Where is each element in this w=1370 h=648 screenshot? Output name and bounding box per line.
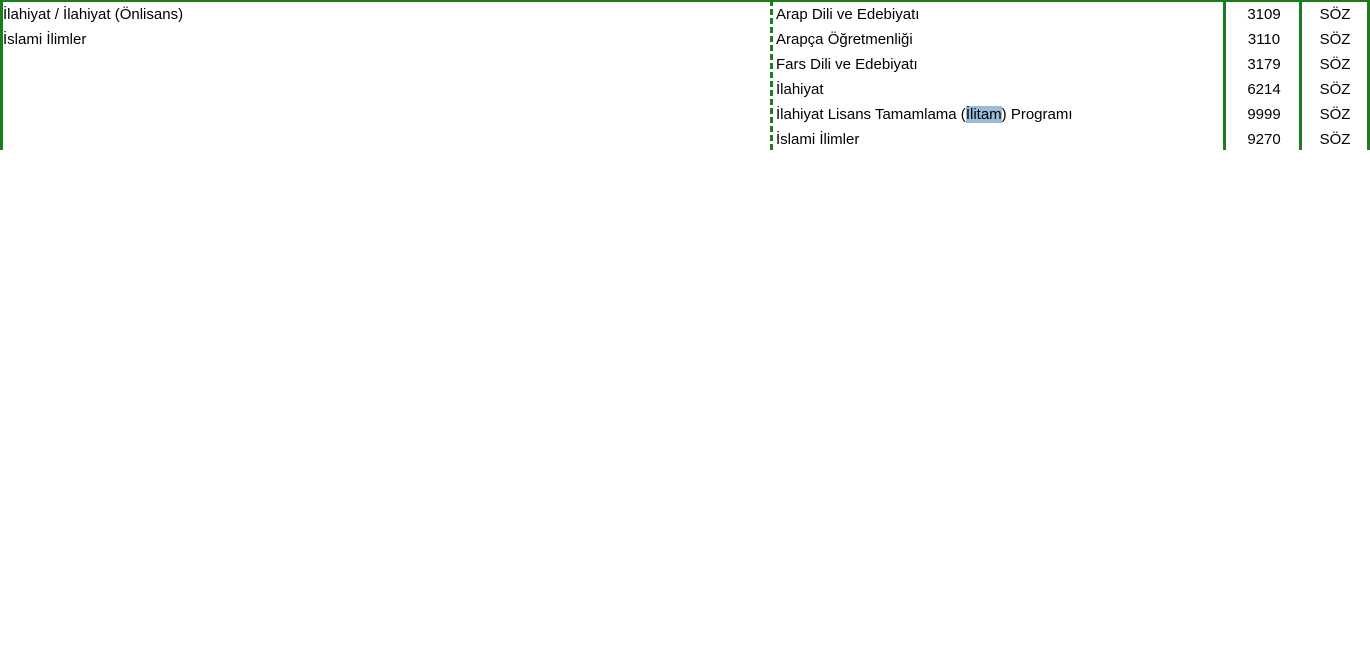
dashed-column-divider xyxy=(770,0,773,150)
program-cell[interactable]: Arapça Öğretmenliği xyxy=(776,27,1221,52)
score-type-cell[interactable]: SÖZ xyxy=(1303,52,1367,77)
program-cell[interactable]: İslami İlimler xyxy=(776,127,1221,152)
category-cell[interactable]: İslami İlimler xyxy=(3,27,768,52)
score-type-cell[interactable]: SÖZ xyxy=(1303,77,1367,102)
program-text: Fars Dili ve Edebiyatı xyxy=(776,56,918,73)
program-cell[interactable]: İlahiyat Lisans Tamamlama (İlitam) Progr… xyxy=(776,102,1221,127)
score-type-cell[interactable]: SÖZ xyxy=(1303,2,1367,27)
score-type-cell[interactable]: SÖZ xyxy=(1303,127,1367,152)
spreadsheet-area: İlahiyat / İlahiyat (Önlisans) İslami İl… xyxy=(0,0,1370,150)
code-column: 3109 3110 3179 6214 9999 9270 xyxy=(1228,2,1298,152)
program-cell[interactable]: Arap Dili ve Edebiyatı xyxy=(776,2,1221,27)
score-type-cell[interactable]: SÖZ xyxy=(1303,102,1367,127)
category-column: İlahiyat / İlahiyat (Önlisans) İslami İl… xyxy=(3,2,768,52)
program-cell[interactable]: Fars Dili ve Edebiyatı xyxy=(776,52,1221,77)
program-text: İslami İlimler xyxy=(776,131,860,148)
program-text: İlahiyat xyxy=(776,81,824,98)
program-text-suffix: ) Programı xyxy=(1001,106,1073,123)
program-text: İlahiyat Lisans Tamamlama ( xyxy=(776,106,966,123)
code-cell[interactable]: 3110 xyxy=(1228,27,1298,52)
program-cell[interactable]: İlahiyat xyxy=(776,77,1221,102)
code-cell[interactable]: 6214 xyxy=(1228,77,1298,102)
category-cell[interactable]: İlahiyat / İlahiyat (Önlisans) xyxy=(3,2,768,27)
column-divider-code xyxy=(1223,0,1226,150)
code-cell[interactable]: 3109 xyxy=(1228,2,1298,27)
program-text: Arap Dili ve Edebiyatı xyxy=(776,6,920,23)
score-type-cell[interactable]: SÖZ xyxy=(1303,27,1367,52)
column-divider-type xyxy=(1299,0,1302,150)
search-highlight: İlitam xyxy=(965,106,1002,123)
program-column: Arap Dili ve Edebiyatı Arapça Öğretmenli… xyxy=(776,2,1221,152)
code-cell[interactable]: 3179 xyxy=(1228,52,1298,77)
score-type-column: SÖZ SÖZ SÖZ SÖZ SÖZ SÖZ xyxy=(1303,2,1367,152)
code-cell[interactable]: 9270 xyxy=(1228,127,1298,152)
code-cell[interactable]: 9999 xyxy=(1228,102,1298,127)
program-text: Arapça Öğretmenliği xyxy=(776,31,913,48)
